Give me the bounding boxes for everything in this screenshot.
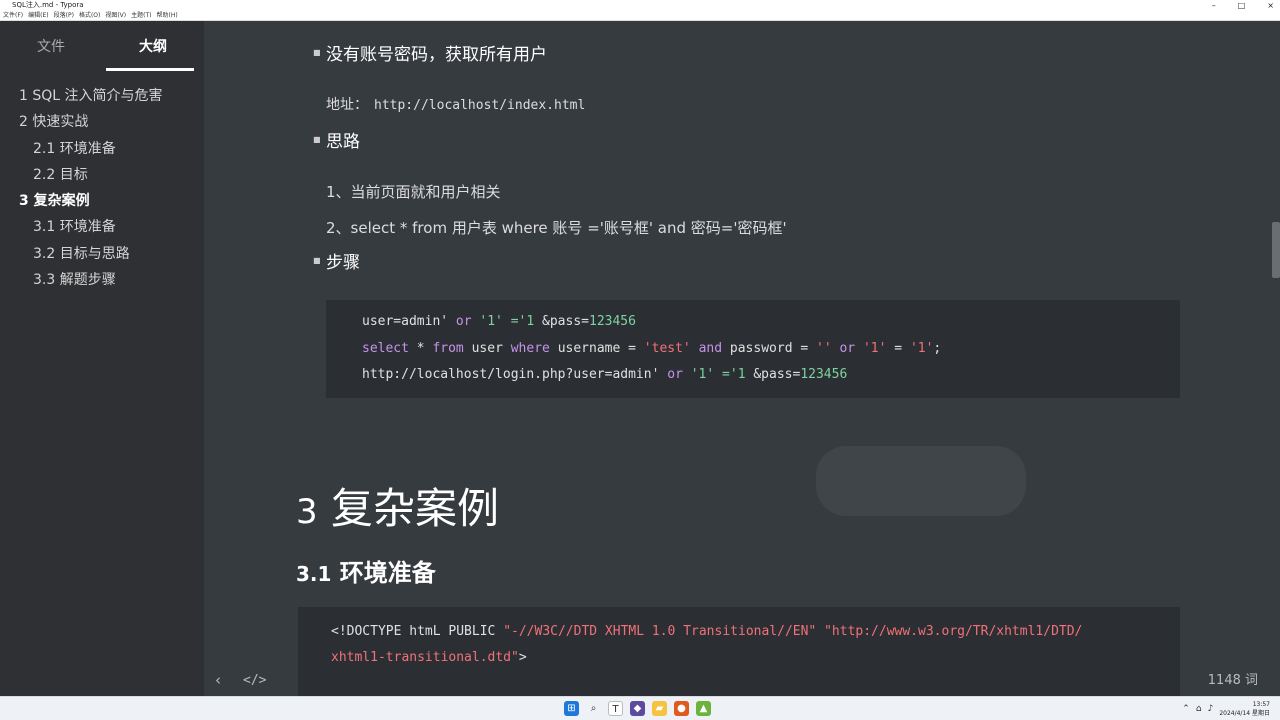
code-line: select * from user where username = 'tes… xyxy=(362,341,942,356)
typora-icon[interactable]: T xyxy=(608,701,623,716)
scrollbar-thumb[interactable] xyxy=(1272,222,1280,278)
code-line: user=admin' or '1' ='1 &pass=123456 xyxy=(362,314,636,329)
outline-item[interactable]: 1 SQL 注入简介与危害 xyxy=(0,83,204,109)
minimize-button[interactable]: – xyxy=(1212,0,1216,11)
outline-item[interactable]: 3.2 目标与思路 xyxy=(0,241,204,267)
menu-help[interactable]: 帮助(H) xyxy=(157,11,178,20)
app-icon[interactable]: ◆ xyxy=(630,701,645,716)
window-controls: – □ × xyxy=(1212,0,1274,11)
sidebar-tabs: 文件 大纲 xyxy=(0,21,204,71)
watermark xyxy=(816,446,1026,516)
outline-item[interactable]: 2.2 目标 xyxy=(0,162,204,188)
system-tray: ⌃ ⌂ ♪ 13:57 2024/4/14 星期日 xyxy=(1182,699,1270,719)
title-bar: SQL注入.md - Typora – □ × xyxy=(0,0,1280,11)
taskbar-apps: ⊞ ⌕ T ◆ ▰ ● ▲ xyxy=(564,701,711,716)
address-line: 地址： http://localhost/index.html xyxy=(326,94,585,114)
outline-item[interactable]: 3.1 环境准备 xyxy=(0,214,204,240)
heading-1: 3 复杂案例 xyxy=(296,484,500,533)
outline-item[interactable]: 2 快速实战 xyxy=(0,109,204,135)
code-line: http://localhost/login.php?user=admin' o… xyxy=(362,367,848,382)
firefox-icon[interactable]: ● xyxy=(674,701,689,716)
address-label: 地址： xyxy=(326,97,368,113)
tab-outline[interactable]: 大纲 xyxy=(102,21,204,71)
clock-date: 2024/4/14 星期日 xyxy=(1219,710,1270,717)
word-count[interactable]: 1148 词 xyxy=(1208,669,1258,688)
heading-2: 3.1 环境准备 xyxy=(296,559,436,587)
search-icon[interactable]: ⌕ xyxy=(586,701,601,716)
list-item-text: 没有账号密码，获取所有用户 xyxy=(326,45,547,65)
taskbar: ⊞ ⌕ T ◆ ▰ ● ▲ ⌃ ⌂ ♪ 13:57 2024/4/14 星期日 xyxy=(0,696,1280,720)
code-line: xhtml1-transitional.dtd"> xyxy=(331,650,527,665)
sidebar-footer: ‹ xyxy=(0,666,220,696)
bullet-icon: ■ xyxy=(313,256,321,265)
sidebar: 文件 大纲 1 SQL 注入简介与危害 2 快速实战 2.1 环境准备 2.2 … xyxy=(0,21,220,696)
list-item-text: 步骤 xyxy=(326,253,360,273)
folder-icon[interactable]: ▰ xyxy=(652,701,667,716)
chevron-up-icon[interactable]: ⌃ xyxy=(1182,704,1190,714)
bullet-icon: ■ xyxy=(313,48,321,57)
maximize-button[interactable]: □ xyxy=(1238,0,1246,11)
app-icon[interactable]: ▲ xyxy=(696,701,711,716)
volume-icon[interactable]: ♪ xyxy=(1208,704,1214,714)
network-icon[interactable]: ⌂ xyxy=(1196,704,1202,714)
code-line: <!DOCTYPE htmL PUBLIC "-//W3C//DTD XHTML… xyxy=(331,624,1083,639)
source-code-icon[interactable]: </> xyxy=(243,673,266,688)
close-button[interactable]: × xyxy=(1267,0,1274,11)
outline-item-active[interactable]: 3 复杂案例 xyxy=(0,188,204,214)
paragraph-line: 2、select * from 用户表 where 账号 ='账号框' and … xyxy=(326,219,787,237)
outline-item[interactable]: 2.1 环境准备 xyxy=(0,136,204,162)
menu-file[interactable]: 文件(F) xyxy=(3,11,23,20)
window-title: SQL注入.md - Typora xyxy=(12,1,84,9)
menu-paragraph[interactable]: 段落(P) xyxy=(54,11,74,20)
menu-view[interactable]: 视图(V) xyxy=(105,11,126,20)
menu-bar: 文件(F) 编辑(E) 段落(P) 格式(O) 视图(V) 主题(T) 帮助(H… xyxy=(0,11,1280,21)
windows-start-icon[interactable]: ⊞ xyxy=(564,701,579,716)
menu-format[interactable]: 格式(O) xyxy=(79,11,100,20)
menu-edit[interactable]: 编辑(E) xyxy=(28,11,48,20)
address-url: http://localhost/index.html xyxy=(374,98,586,113)
paragraph-line: 1、当前页面就和用户相关 xyxy=(326,183,501,201)
menu-theme[interactable]: 主题(T) xyxy=(131,11,151,20)
clock[interactable]: 13:57 2024/4/14 星期日 xyxy=(1219,700,1270,718)
outline-list: 1 SQL 注入简介与危害 2 快速实战 2.1 环境准备 2.2 目标 3 复… xyxy=(0,83,204,293)
bullet-icon: ■ xyxy=(313,135,321,144)
clock-time: 13:57 xyxy=(1252,701,1270,708)
tab-files[interactable]: 文件 xyxy=(0,21,102,69)
chevron-left-icon[interactable]: ‹ xyxy=(215,671,221,689)
list-item-text: 思路 xyxy=(326,132,360,152)
outline-item[interactable]: 3.3 解题步骤 xyxy=(0,267,204,293)
editor[interactable]: ■ 没有账号密码，获取所有用户 地址： http://localhost/inde… xyxy=(204,21,1280,696)
